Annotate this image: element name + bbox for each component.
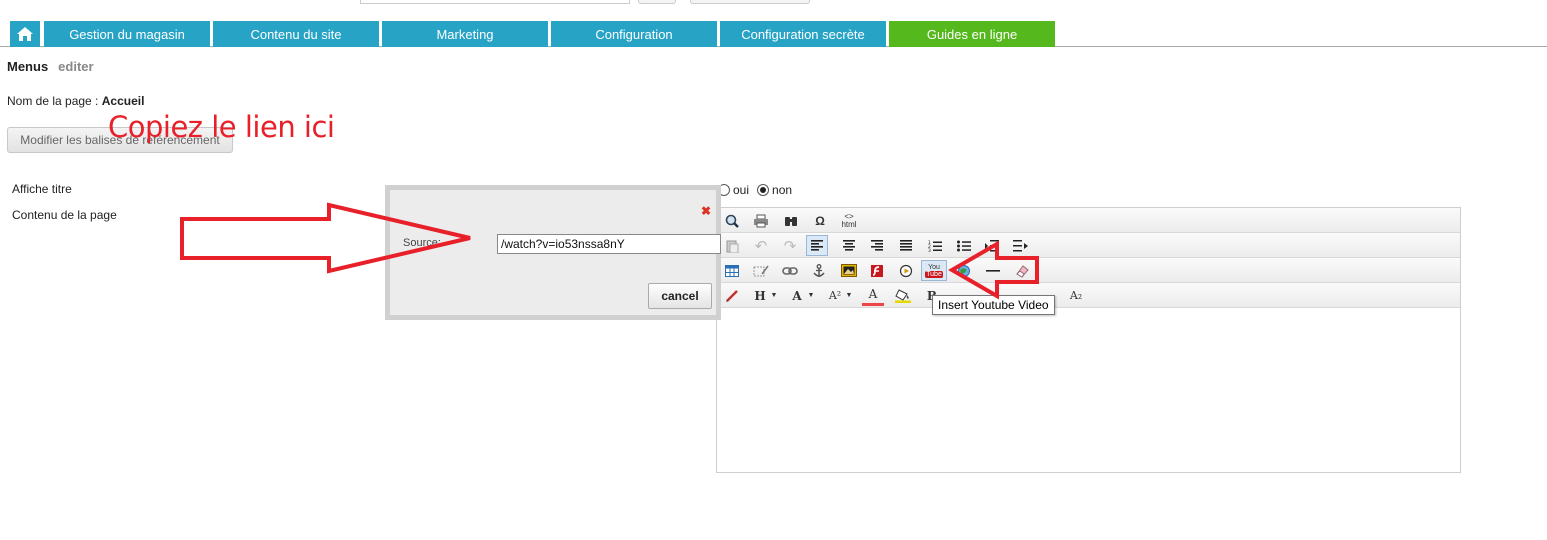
annotation-arrows: [180, 202, 1039, 300]
annotation-arrow-right: [180, 202, 471, 274]
annotation-arrow-left: [948, 240, 1039, 300]
